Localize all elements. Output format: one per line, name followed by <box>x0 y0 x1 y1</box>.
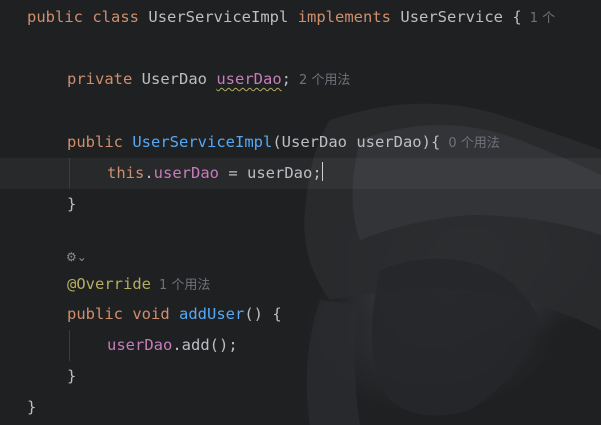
code-editor[interactable]: public class UserServiceImpl implements … <box>0 0 601 425</box>
keyword-implements: implements <box>297 8 392 26</box>
code-line-9[interactable]: userDao.add(); <box>107 330 238 361</box>
usage-hint[interactable]: 0 个用法 <box>448 136 499 151</box>
indent-guide <box>69 330 70 361</box>
open-brace: { <box>503 8 522 26</box>
type-name: UserDao <box>141 70 207 88</box>
keyword-public: public <box>67 133 123 151</box>
code-line-2[interactable]: private UserDao userDao; 2 个用法 <box>67 64 350 95</box>
code-line-10[interactable]: } <box>67 361 76 392</box>
keyword-private: private <box>67 70 133 88</box>
keyword-public: public <box>67 305 123 323</box>
keyword-this: this <box>107 164 145 182</box>
code-line-7[interactable]: @Override 1 个用法 <box>67 269 210 300</box>
annotation-override: @Override <box>67 275 151 293</box>
usage-hint[interactable]: 1 个 <box>530 11 555 26</box>
edit-icon[interactable]: ⚙⌄ <box>66 247 87 267</box>
close-brace: } <box>67 367 77 385</box>
keyword-class: class <box>92 8 140 26</box>
close-brace: } <box>67 195 77 213</box>
dot: . <box>144 164 154 182</box>
method-call: .add(); <box>172 336 238 354</box>
field-name: userDao <box>107 336 173 354</box>
usage-hint[interactable]: 2 个用法 <box>299 73 350 88</box>
indent-guide <box>69 158 70 189</box>
method-signature: () { <box>244 305 282 323</box>
code-line-3[interactable]: public UserServiceImpl(UserDao userDao){… <box>67 127 500 158</box>
constructor-name: UserServiceImpl <box>132 133 273 151</box>
code-line-5[interactable]: } <box>67 189 76 220</box>
text-cursor <box>321 162 324 181</box>
class-name: UserServiceImpl <box>148 8 289 26</box>
code-line-11[interactable]: } <box>27 392 36 423</box>
field-name: userDao <box>153 164 219 182</box>
close-brace: } <box>27 398 37 416</box>
interface-name: UserService <box>400 8 504 26</box>
constructor-params: (UserDao userDao){ <box>272 133 441 151</box>
keyword-public: public <box>27 8 83 26</box>
assignment: = userDao; <box>219 164 322 182</box>
semicolon: ; <box>281 70 292 88</box>
method-name: addUser <box>179 305 245 323</box>
code-line-1[interactable]: public class UserServiceImpl implements … <box>27 2 555 33</box>
code-line-8[interactable]: public void addUser() { <box>67 299 282 330</box>
usage-hint[interactable]: 1 个用法 <box>159 278 210 293</box>
field-name: userDao <box>216 70 282 88</box>
code-line-4[interactable]: this.userDao = userDao; <box>107 158 324 189</box>
keyword-void: void <box>132 305 170 323</box>
